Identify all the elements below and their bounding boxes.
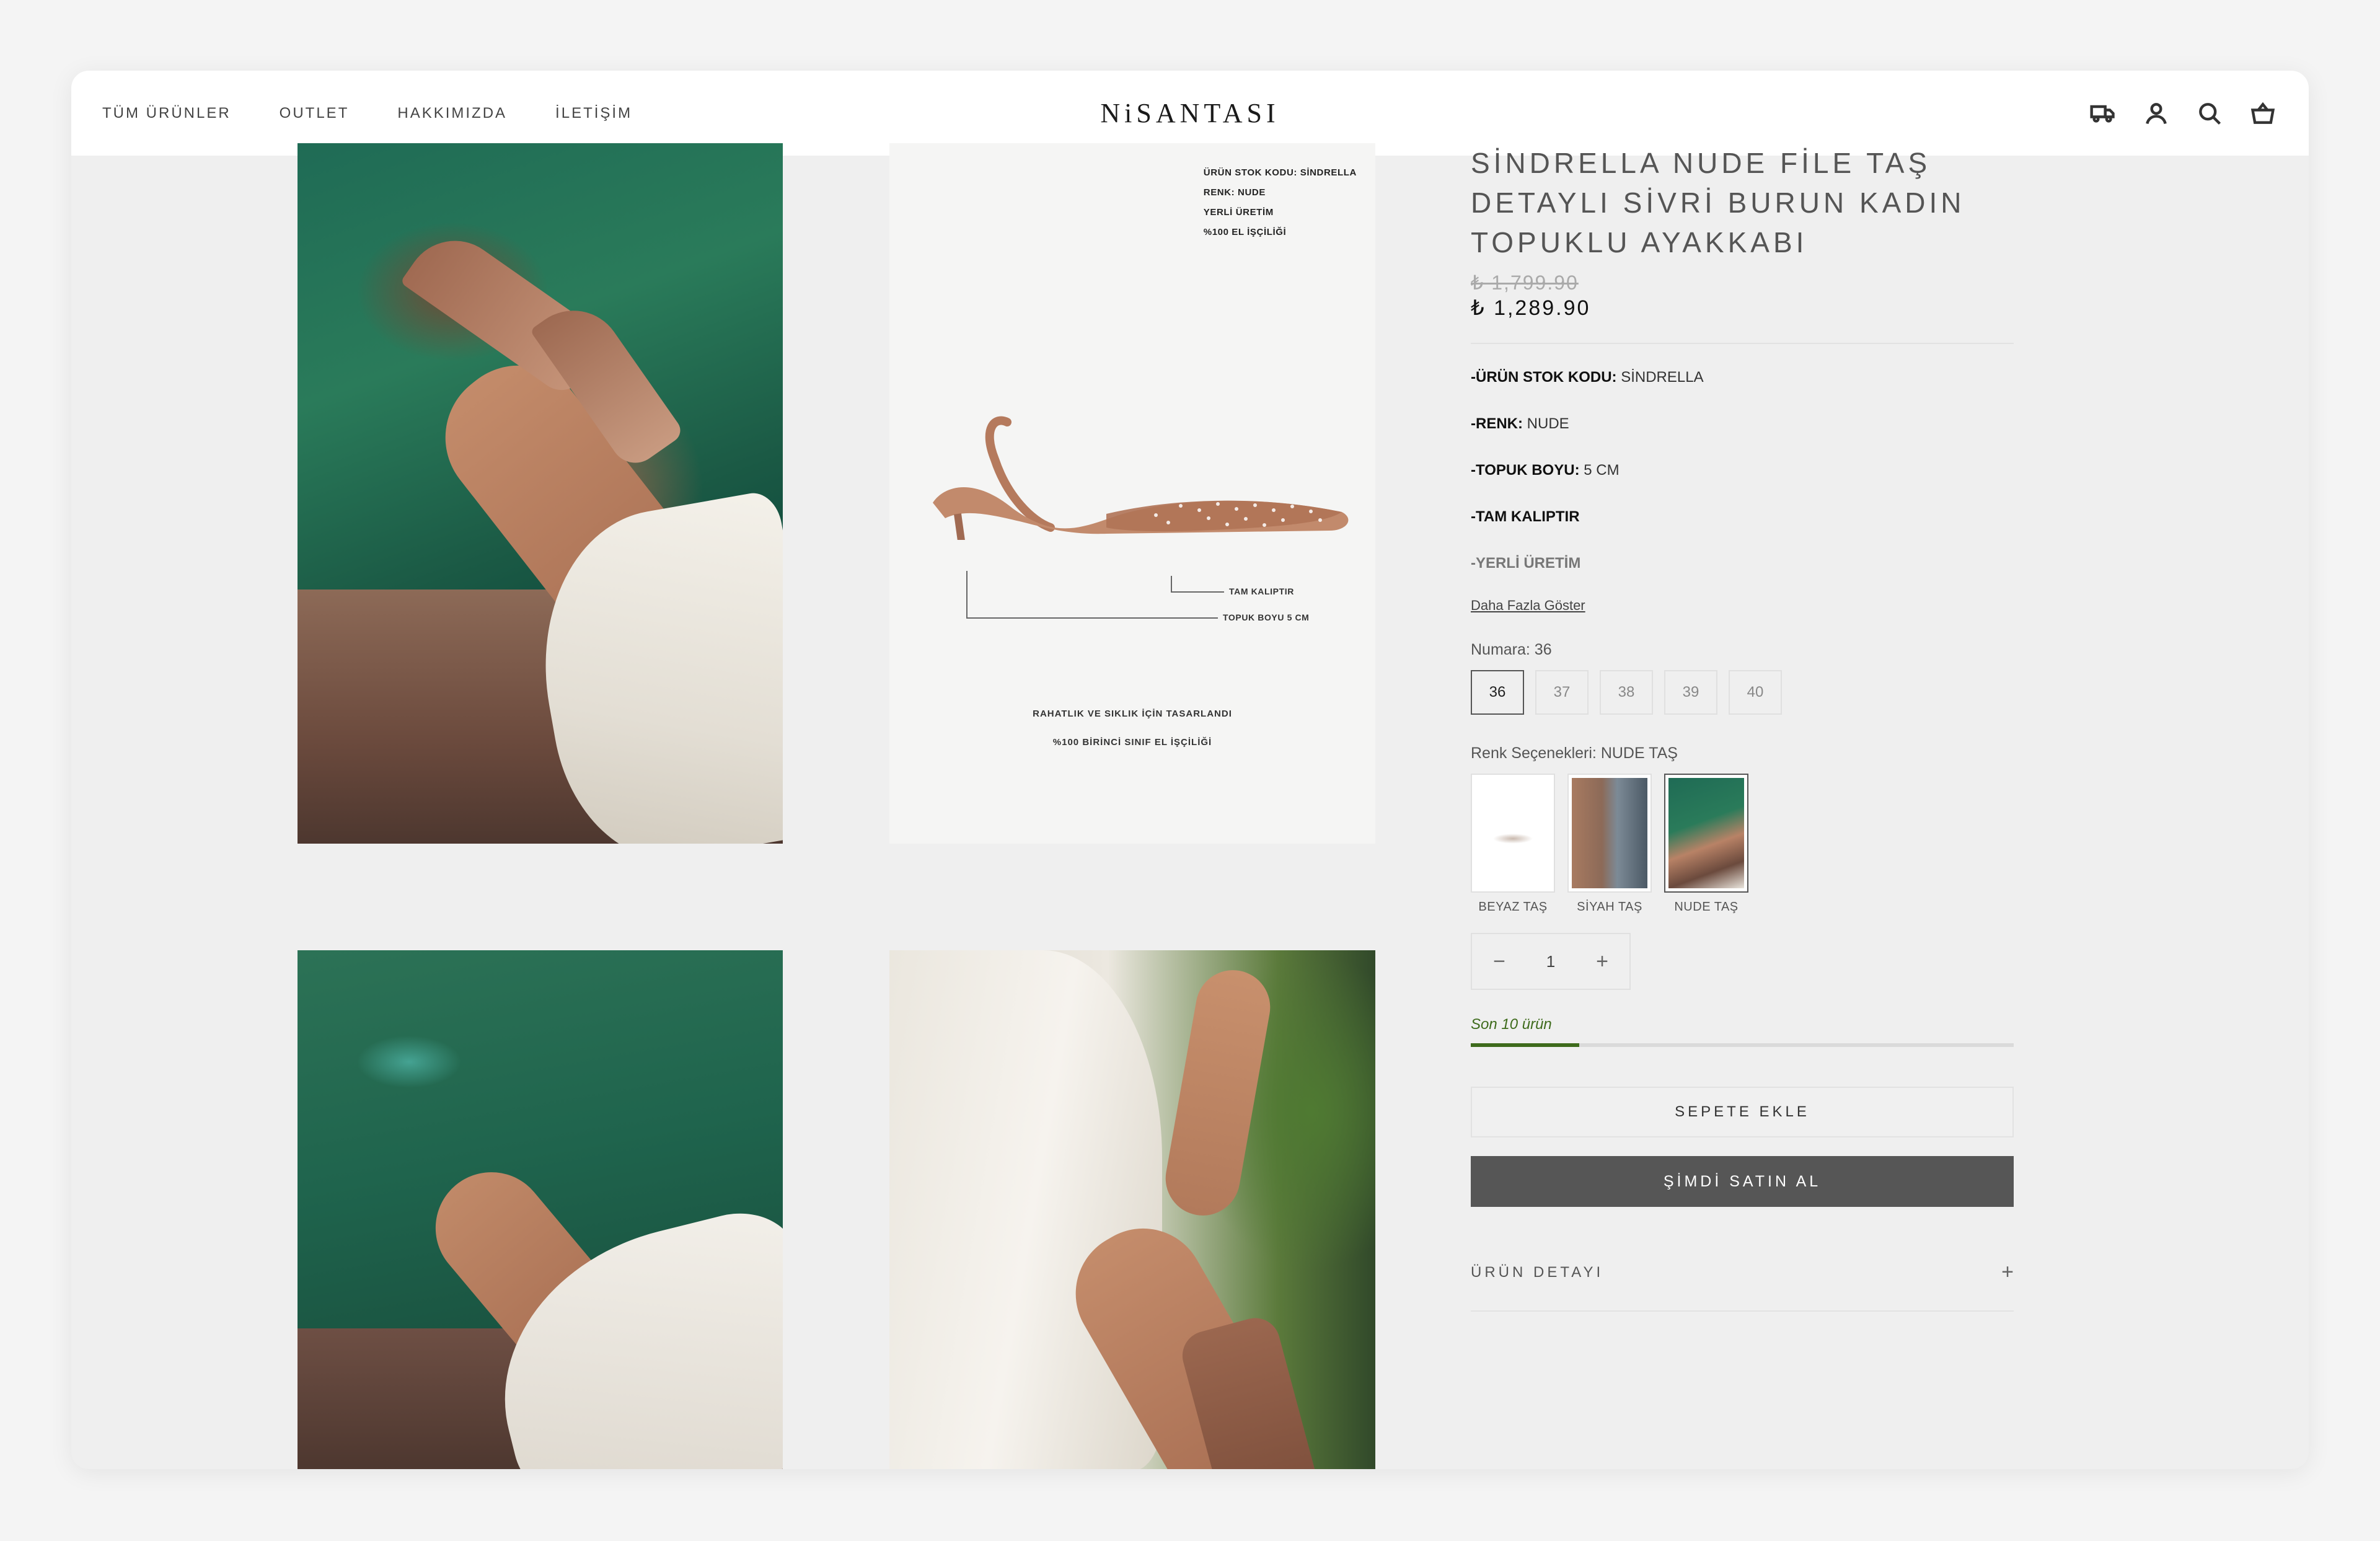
product-photo-1[interactable]	[298, 143, 783, 844]
spec-fit: -TAM KALIPTIR	[1471, 508, 1580, 525]
size-options: 36 37 38 39 40	[1471, 670, 2014, 715]
spec-local-production: -YERLİ ÜRETİM	[1471, 555, 1581, 572]
spec-color: -RENK: NUDE	[1471, 415, 1569, 432]
size-option-39[interactable]: 39	[1664, 670, 1717, 715]
show-more-link[interactable]: Daha Fazla Göster	[1471, 598, 1585, 614]
product-title: SİNDRELLA NUDE FİLE TAŞ DETAYLI SİVRİ BU…	[1471, 143, 2014, 262]
photo-white-cloth	[889, 950, 1162, 1469]
product-photo-4[interactable]	[889, 950, 1375, 1469]
product-photo-3[interactable]	[298, 950, 783, 1469]
browser-page: TÜM ÜRÜNLER OUTLET HAKKIMIZDA İLETİŞİM N…	[71, 71, 2309, 1469]
original-price: ₺ 1,799.90	[1471, 272, 1579, 294]
color-options: BEYAZ TAŞ SİYAH TAŞ NUDE TAŞ	[1471, 774, 2014, 914]
product-details-accordion[interactable]: ÜRÜN DETAYI +	[1471, 1260, 2014, 1312]
spec-tagline-comfort: RAHATLIK VE SIKLIK İÇİN TASARLANDI	[1033, 709, 1232, 719]
product-title-line: TOPUKLU AYAKKABI	[1471, 226, 1808, 258]
stock-progress-fill	[1471, 1043, 1580, 1047]
color-option-nude[interactable]: NUDE TAŞ	[1664, 774, 1748, 914]
quantity-value[interactable]: 1	[1546, 952, 1555, 971]
nav-contact[interactable]: İLETİŞİM	[555, 105, 632, 122]
buy-now-button[interactable]: ŞİMDİ SATIN AL	[1471, 1156, 2014, 1207]
color-label: Renk Seçenekleri: NUDE TAŞ	[1471, 744, 1678, 762]
spec-tagline-craft: %100 BİRİNCİ SINIF EL İŞÇİLİĞİ	[1052, 737, 1212, 748]
size-option-37[interactable]: 37	[1535, 670, 1589, 715]
color-name: NUDE TAŞ	[1674, 900, 1739, 914]
spec-stock-code: -ÜRÜN STOK KODU: SİNDRELLA	[1471, 369, 1704, 386]
color-option-white[interactable]: BEYAZ TAŞ	[1471, 774, 1555, 914]
color-name: BEYAZ TAŞ	[1478, 900, 1548, 914]
nav-all-products[interactable]: TÜM ÜRÜNLER	[102, 105, 231, 122]
color-thumbnail	[1567, 774, 1652, 893]
stock-status: Son 10 ürün	[1471, 1016, 1552, 1033]
color-thumbnail	[1664, 774, 1748, 893]
product-info: SİNDRELLA NUDE FİLE TAŞ DETAYLI SİVRİ BU…	[1471, 143, 2014, 1312]
search-icon[interactable]	[2193, 97, 2226, 130]
color-option-black[interactable]: SİYAH TAŞ	[1567, 774, 1652, 914]
product-title-line: DETAYLI SİVRİ BURUN KADIN	[1471, 187, 1965, 219]
callout-fit: TAM KALIPTIR	[1229, 586, 1294, 596]
cart-basket-icon[interactable]	[2247, 97, 2279, 130]
photo-arm	[1160, 964, 1276, 1222]
spec-list: -ÜRÜN STOK KODU: SİNDRELLA -RENK: NUDE -…	[1471, 365, 2014, 598]
sale-price: ₺ 1,289.90	[1471, 296, 1591, 320]
stock-progress-bar	[1471, 1043, 2014, 1047]
color-name: SİYAH TAŞ	[1577, 900, 1642, 914]
size-option-40[interactable]: 40	[1729, 670, 1782, 715]
product-spec-image[interactable]: ÜRÜN STOK KODU: SİNDRELLA RENK: NUDE YER…	[889, 143, 1375, 844]
size-option-36[interactable]: 36	[1471, 670, 1524, 715]
product-title-line: SİNDRELLA NUDE FİLE TAŞ	[1471, 147, 1931, 179]
decrease-quantity-button[interactable]: −	[1487, 950, 1512, 974]
spec-heel-height: -TOPUK BOYU: 5 CM	[1471, 462, 1620, 479]
nav-about[interactable]: HAKKIMIZDA	[397, 105, 507, 122]
size-selector: Numara: 36 36 37 38 39 40	[1471, 641, 2014, 715]
nav-outlet[interactable]: OUTLET	[280, 105, 350, 122]
header-icons	[2087, 71, 2279, 156]
divider	[1471, 343, 2014, 344]
color-selector: Renk Seçenekleri: NUDE TAŞ BEYAZ TAŞ SİY…	[1471, 744, 2014, 914]
delivery-truck-icon[interactable]	[2087, 97, 2119, 130]
color-thumbnail	[1471, 774, 1555, 893]
account-icon[interactable]	[2140, 97, 2172, 130]
increase-quantity-button[interactable]: +	[1590, 950, 1615, 974]
accordion-title: ÜRÜN DETAYI	[1471, 1263, 1604, 1281]
quantity-stepper: − 1 +	[1471, 933, 1631, 990]
plus-icon[interactable]: +	[2001, 1260, 2014, 1284]
size-label: Numara: 36	[1471, 641, 1552, 658]
size-option-38[interactable]: 38	[1600, 670, 1653, 715]
callout-heel: TOPUK BOYU 5 CM	[1223, 612, 1310, 622]
add-to-cart-button[interactable]: SEPETE EKLE	[1471, 1087, 2014, 1137]
